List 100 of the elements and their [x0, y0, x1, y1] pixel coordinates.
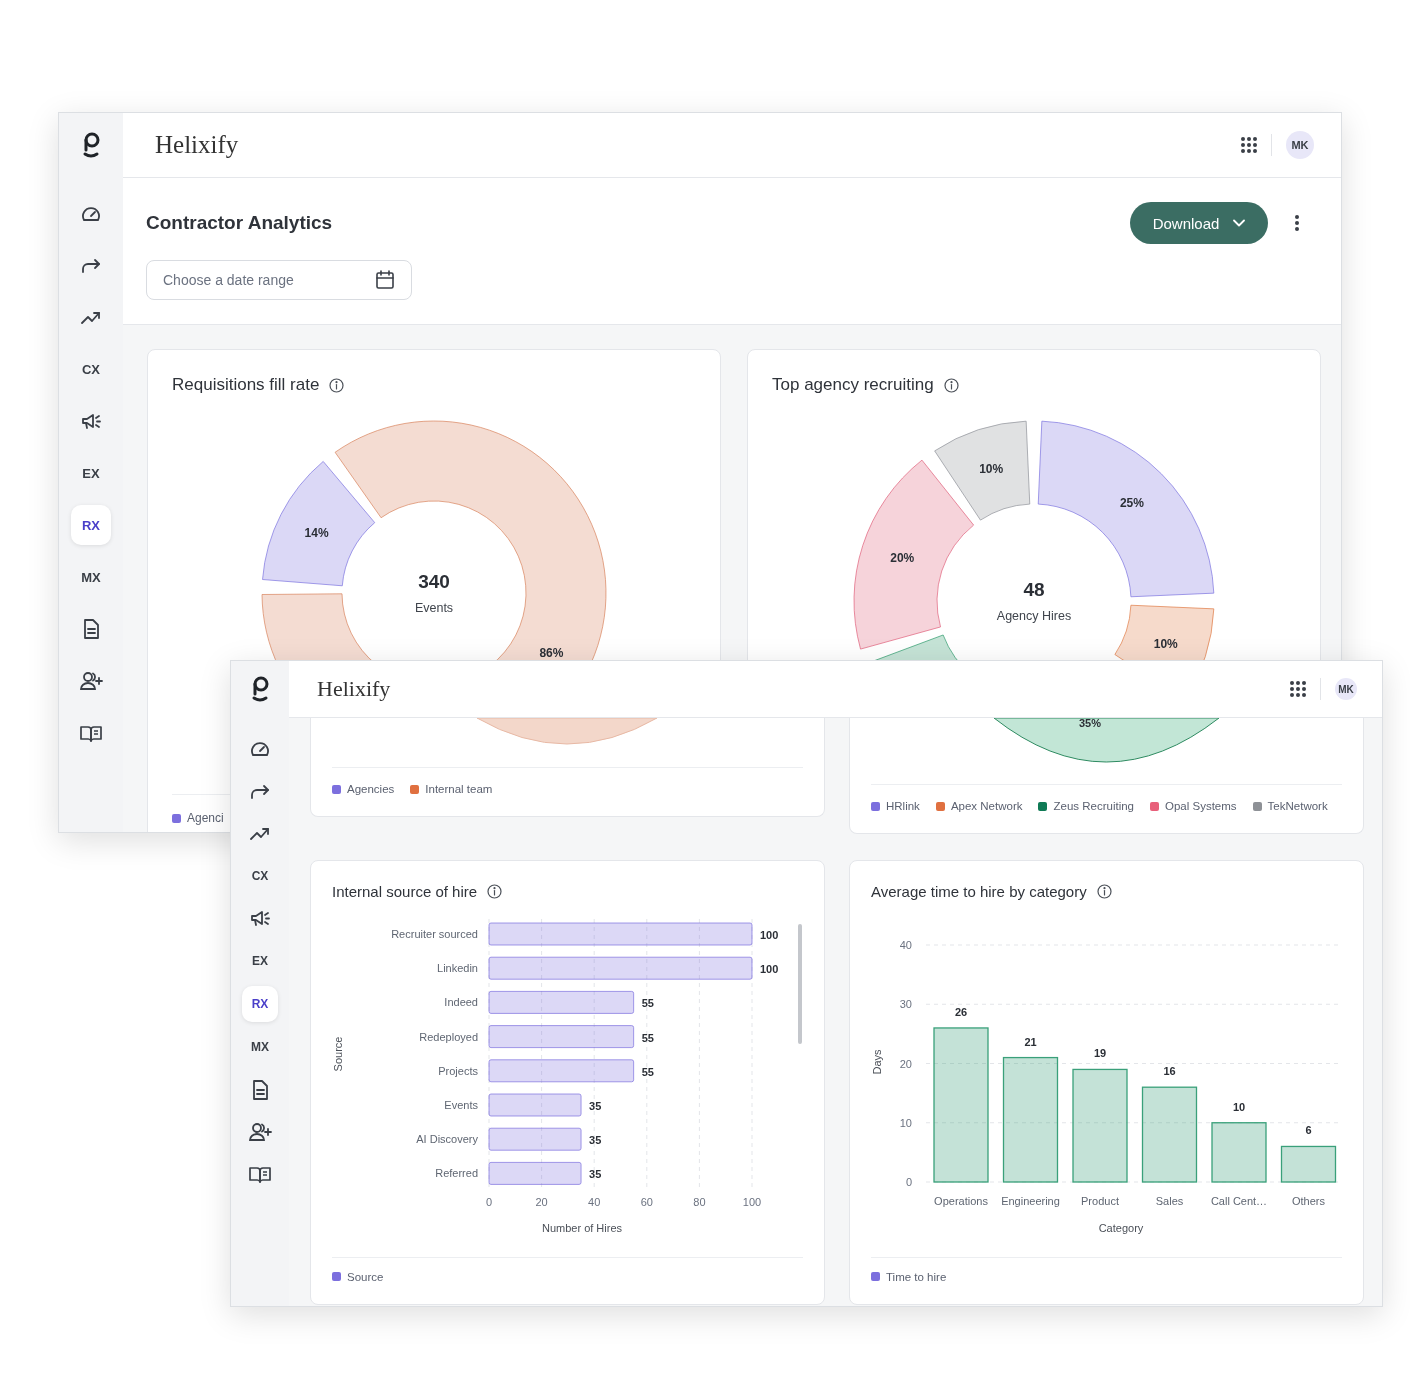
brand-name: Helixify	[155, 131, 239, 159]
category-label: Recruiter sourced	[391, 927, 478, 940]
category-label: Linkedin	[437, 961, 478, 974]
nav-item[interactable]: RX	[242, 986, 278, 1023]
category-label: Referred	[435, 1166, 478, 1179]
value-label: 35	[589, 1133, 602, 1146]
category-label: Events	[444, 1098, 478, 1111]
tick-label: 100	[742, 1195, 762, 1208]
center-value: 48	[1023, 579, 1045, 600]
axis-title: Number of Hires	[541, 1221, 623, 1234]
value-label: 55	[641, 996, 654, 1009]
apps-grid-icon[interactable]	[1290, 681, 1306, 697]
value-label: 25%	[1119, 496, 1144, 511]
tick-label: 20	[535, 1195, 548, 1208]
category-label: AI Discovery	[416, 1132, 478, 1145]
nav-item[interactable]: MX	[242, 1028, 278, 1065]
legend-label: Source	[347, 1270, 384, 1283]
logo-icon[interactable]	[82, 132, 100, 158]
gauge-icon	[81, 204, 101, 222]
category-label: Sales	[1155, 1194, 1184, 1207]
card-title: Internal source of hire	[332, 882, 478, 900]
category-label: Product	[1081, 1194, 1119, 1207]
brand-name: Helixify	[317, 676, 391, 702]
legend-label: Zeus Recruiting	[1053, 800, 1134, 812]
tick-label: 60	[640, 1195, 653, 1208]
info-icon[interactable]	[487, 883, 503, 899]
logo-icon[interactable]	[251, 676, 269, 702]
gauge-icon	[250, 739, 270, 757]
nav-item[interactable]: RX	[71, 505, 111, 545]
value-label: 100	[760, 962, 779, 975]
nav-item[interactable]: CX	[71, 349, 111, 389]
date-range-field[interactable]: Choose a date range	[146, 260, 412, 300]
legend-label: Opal Systems	[1165, 800, 1237, 812]
card-title: Average time to hire by category	[871, 882, 1087, 900]
card-title: Top agency recruiting	[772, 375, 934, 395]
info-icon[interactable]	[943, 377, 959, 393]
page-title: Contractor Analytics	[146, 212, 333, 234]
apps-grid-icon[interactable]	[1241, 137, 1257, 153]
nav-item[interactable]: EX	[242, 943, 278, 980]
value-label: 35%	[1079, 718, 1101, 729]
value-label: 14%	[304, 525, 329, 540]
category-label: Projects	[438, 1064, 478, 1077]
tick-label: 10	[899, 1116, 912, 1129]
book-icon	[80, 724, 102, 742]
trend-icon	[250, 826, 270, 840]
legend-label: HRlink	[886, 800, 920, 812]
center-value: 340	[418, 571, 450, 592]
legend-label: Agenci	[187, 811, 224, 825]
tick-label: 40	[899, 938, 912, 951]
legend-label: Internal team	[425, 783, 493, 795]
nav-item[interactable]: MX	[71, 557, 111, 597]
value-label: 55	[641, 1031, 654, 1044]
book-icon	[249, 1166, 271, 1184]
add-user-icon	[79, 672, 103, 690]
legend-label: TekNetwork	[1267, 800, 1328, 812]
tick-label: 40	[588, 1195, 601, 1208]
tick-label: 20	[899, 1057, 912, 1069]
scrollbar[interactable]	[798, 923, 802, 1044]
category-label: Indeed	[444, 995, 478, 1008]
tick-label: 30	[899, 997, 912, 1010]
user-avatar[interactable]: MK	[1335, 678, 1357, 700]
megaphone-icon	[249, 910, 271, 928]
tick-label: 0	[905, 1175, 912, 1188]
value-label: 6	[1305, 1123, 1312, 1136]
value-label: 21	[1024, 1035, 1037, 1048]
value-label: 55	[641, 1065, 654, 1078]
bar	[1280, 1145, 1337, 1183]
value-label: 20%	[890, 551, 915, 566]
nav-item[interactable]: EX	[71, 453, 111, 493]
user-avatar[interactable]: MK	[1286, 131, 1314, 159]
value-label: 16	[1163, 1064, 1176, 1077]
curved-arrow-icon	[81, 257, 101, 273]
document-icon	[252, 1079, 268, 1100]
category-label: Operations	[934, 1194, 988, 1207]
category-label: Others	[1292, 1194, 1325, 1207]
center-label: Events	[414, 601, 454, 615]
bar	[1211, 1121, 1267, 1183]
value-label: 10%	[1153, 636, 1178, 651]
document-icon	[83, 619, 99, 639]
axis-title: Days	[871, 1048, 883, 1075]
axis-title: Category	[1098, 1221, 1144, 1234]
value-label: 35	[589, 1167, 602, 1180]
category-label: Redeployed	[419, 1030, 478, 1043]
nav-item[interactable]: CX	[242, 858, 278, 895]
category-label: Call Cent…	[1210, 1194, 1268, 1207]
caret-icon	[1233, 219, 1246, 227]
center-label: Agency Hires	[996, 609, 1072, 623]
info-icon[interactable]	[329, 377, 345, 393]
download-button[interactable]: Download	[1130, 202, 1268, 244]
card-title: Requisitions fill rate	[172, 375, 320, 395]
legend-label: Agencies	[347, 783, 395, 795]
value-label: 19	[1093, 1046, 1107, 1059]
value-label: 10%	[979, 462, 1004, 477]
value-label: 35	[589, 1099, 602, 1112]
tick-label: 80	[693, 1195, 706, 1208]
axis-title: Source	[332, 1036, 344, 1071]
calendar-icon	[376, 270, 394, 289]
curved-arrow-icon	[250, 782, 270, 799]
info-icon[interactable]	[1096, 883, 1112, 899]
value-label: 10	[1232, 1100, 1246, 1113]
